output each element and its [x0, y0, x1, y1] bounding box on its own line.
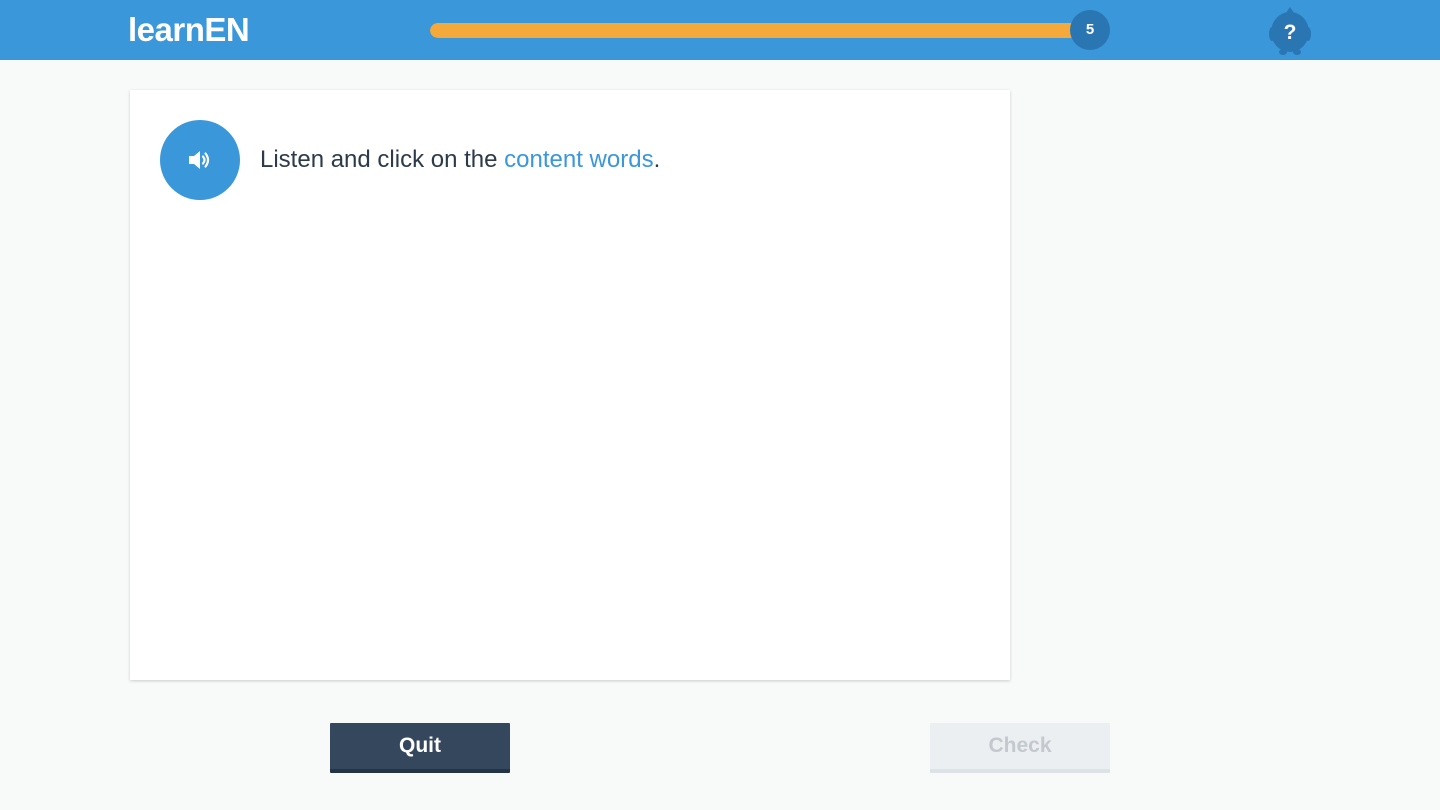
exercise-card: Listen and click on the content words. — [130, 90, 1010, 680]
progress-bar-fill — [430, 23, 1090, 38]
svg-text:?: ? — [1284, 21, 1297, 44]
top-bar: learnEN 5 ? — [0, 0, 1440, 60]
progress-bar — [430, 23, 1090, 38]
quit-button[interactable]: Quit — [330, 723, 510, 773]
app-logo: learnEN — [128, 11, 250, 48]
speaker-icon — [189, 151, 210, 169]
instruction-highlight: content words — [504, 146, 654, 173]
help-button[interactable]: ? — [1266, 4, 1314, 56]
instruction-suffix: . — [653, 146, 661, 173]
play-audio-button[interactable] — [160, 120, 240, 200]
help-question-icon: ? — [1269, 7, 1311, 55]
progress-count-badge: 5 — [1070, 10, 1110, 50]
instruction-text: Listen and click on the content words. — [260, 145, 660, 175]
instruction-prefix: Listen and click on the — [260, 146, 505, 173]
check-button[interactable]: Check — [930, 723, 1110, 773]
